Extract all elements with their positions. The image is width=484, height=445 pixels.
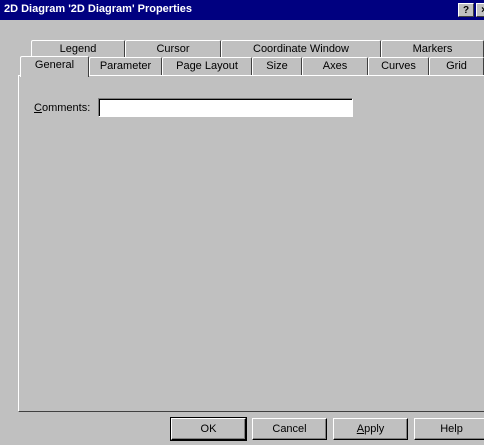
apply-button[interactable]: Apply <box>333 418 408 440</box>
help-button[interactable]: Help <box>414 418 484 440</box>
comments-input[interactable] <box>98 98 353 117</box>
help-icon[interactable]: ? <box>458 3 474 17</box>
comments-label: Comments: <box>34 102 91 114</box>
tab-markers[interactable]: Markers <box>381 40 484 57</box>
properties-dialog: 2D Diagram '2D Diagram' Properties ? × L… <box>0 0 484 445</box>
tab-curves[interactable]: Curves <box>368 57 429 75</box>
title-bar[interactable]: 2D Diagram '2D Diagram' Properties ? × <box>0 0 484 20</box>
window-title: 2D Diagram '2D Diagram' Properties <box>4 3 193 15</box>
tab-legend[interactable]: Legend <box>31 40 125 57</box>
ok-button[interactable]: OK <box>170 417 247 441</box>
tab-cursor[interactable]: Cursor <box>125 40 221 57</box>
close-icon[interactable]: × <box>476 3 484 17</box>
tab-grid[interactable]: Grid <box>429 57 484 75</box>
tab-size[interactable]: Size <box>252 57 302 75</box>
cancel-button[interactable]: Cancel <box>252 418 327 440</box>
tab-panel-general <box>18 75 484 412</box>
tab-axes[interactable]: Axes <box>302 57 368 75</box>
tab-page-layout[interactable]: Page Layout <box>162 57 252 75</box>
tab-general[interactable]: General <box>20 56 89 77</box>
tab-coordinate-window[interactable]: Coordinate Window <box>221 40 381 57</box>
tab-parameter[interactable]: Parameter <box>89 57 162 75</box>
